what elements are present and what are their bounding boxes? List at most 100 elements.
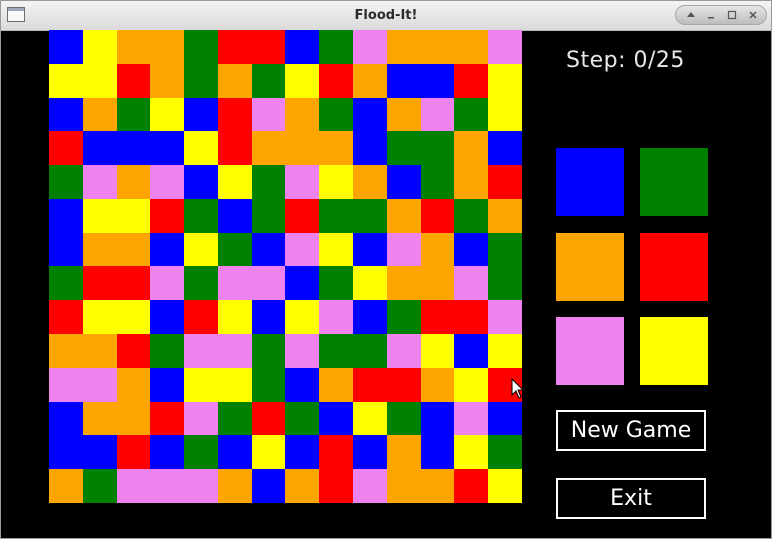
board-cell	[49, 401, 83, 436]
board-cell	[150, 266, 185, 301]
window-controls	[675, 5, 767, 25]
board-cell	[184, 435, 218, 470]
exit-button[interactable]: Exit	[556, 478, 706, 519]
board-cell	[454, 401, 489, 436]
board-cell	[82, 367, 117, 402]
board-cell	[353, 63, 387, 98]
board-cell	[488, 232, 522, 267]
board-cell	[488, 435, 522, 470]
board-cell	[353, 435, 387, 470]
board-cell	[184, 232, 218, 267]
board-cell	[319, 266, 354, 301]
board-cell	[150, 334, 185, 368]
board-cell	[251, 367, 286, 402]
board-cell	[49, 30, 83, 64]
mouse-cursor-icon	[511, 378, 525, 399]
board-cell	[217, 97, 252, 132]
board-cell	[454, 30, 489, 64]
board-cell	[454, 198, 489, 233]
board-cell	[420, 469, 455, 503]
board-cell	[251, 131, 286, 166]
board-cell	[353, 334, 387, 368]
board-cell	[116, 131, 151, 166]
board-cell	[454, 63, 489, 98]
green-color-button[interactable]	[640, 148, 708, 216]
board-cell	[49, 435, 83, 470]
orange-color-button[interactable]	[556, 233, 624, 301]
minimize-icon[interactable]	[701, 7, 721, 23]
board-cell	[454, 367, 489, 402]
board-cell	[184, 198, 218, 233]
new-game-button[interactable]: New Game	[556, 410, 706, 451]
board-cell	[251, 165, 286, 199]
board-cell	[319, 300, 354, 335]
board-cell	[116, 266, 151, 301]
board-cell	[251, 63, 286, 98]
board-cell	[49, 198, 83, 233]
board-cell	[386, 63, 421, 98]
board-cell	[217, 435, 252, 470]
board-cell	[285, 435, 320, 470]
board-cell	[285, 165, 320, 199]
board-cell	[116, 97, 151, 132]
board-cell	[82, 30, 117, 64]
board-cell	[454, 469, 489, 503]
board-cell	[386, 401, 421, 436]
board-cell	[285, 131, 320, 166]
board-cell	[116, 63, 151, 98]
board-cell	[251, 401, 286, 436]
blue-color-button[interactable]	[556, 148, 624, 216]
board-cell	[217, 266, 252, 301]
board-cell	[319, 30, 354, 64]
board-cell	[217, 367, 252, 402]
board-cell	[454, 131, 489, 166]
board-cell	[454, 300, 489, 335]
board-cell	[116, 334, 151, 368]
board-cell	[488, 30, 522, 64]
board-cell	[150, 97, 185, 132]
board-cell	[386, 97, 421, 132]
board-cell	[251, 334, 286, 368]
board-cell	[386, 131, 421, 166]
board-cell	[420, 30, 455, 64]
board-cell	[353, 266, 387, 301]
board-cell	[386, 165, 421, 199]
board-cell	[353, 367, 387, 402]
board-cell	[319, 435, 354, 470]
board-cell	[116, 435, 151, 470]
board-cell	[150, 435, 185, 470]
board-cell	[488, 300, 522, 335]
board-cell	[150, 367, 185, 402]
maximize-icon[interactable]	[722, 7, 742, 23]
board-cell	[116, 469, 151, 503]
board-cell	[353, 232, 387, 267]
board-cell	[49, 334, 83, 368]
board-cell	[217, 300, 252, 335]
board-cell	[116, 198, 151, 233]
board-cell	[420, 131, 455, 166]
board-cell	[285, 300, 320, 335]
board-cell	[49, 232, 83, 267]
board-cell	[319, 334, 354, 368]
board-cell	[217, 30, 252, 64]
board-cell	[184, 131, 218, 166]
board-cell	[420, 334, 455, 368]
board-cell	[420, 63, 455, 98]
board-cell	[49, 165, 83, 199]
board-cell	[454, 165, 489, 199]
board-cell	[82, 334, 117, 368]
board-cell	[319, 469, 354, 503]
yellow-color-button[interactable]	[640, 317, 708, 385]
board-cell	[217, 131, 252, 166]
pink-color-button[interactable]	[556, 317, 624, 385]
step-counter: Step: 0/25	[566, 48, 685, 73]
red-color-button[interactable]	[640, 233, 708, 301]
close-icon[interactable]	[743, 7, 763, 23]
board-cell	[488, 165, 522, 199]
shade-icon[interactable]	[681, 7, 701, 23]
board-cell	[454, 97, 489, 132]
board-cell	[82, 435, 117, 470]
board-cell	[285, 97, 320, 132]
board-cell	[184, 266, 218, 301]
board-cell	[454, 266, 489, 301]
